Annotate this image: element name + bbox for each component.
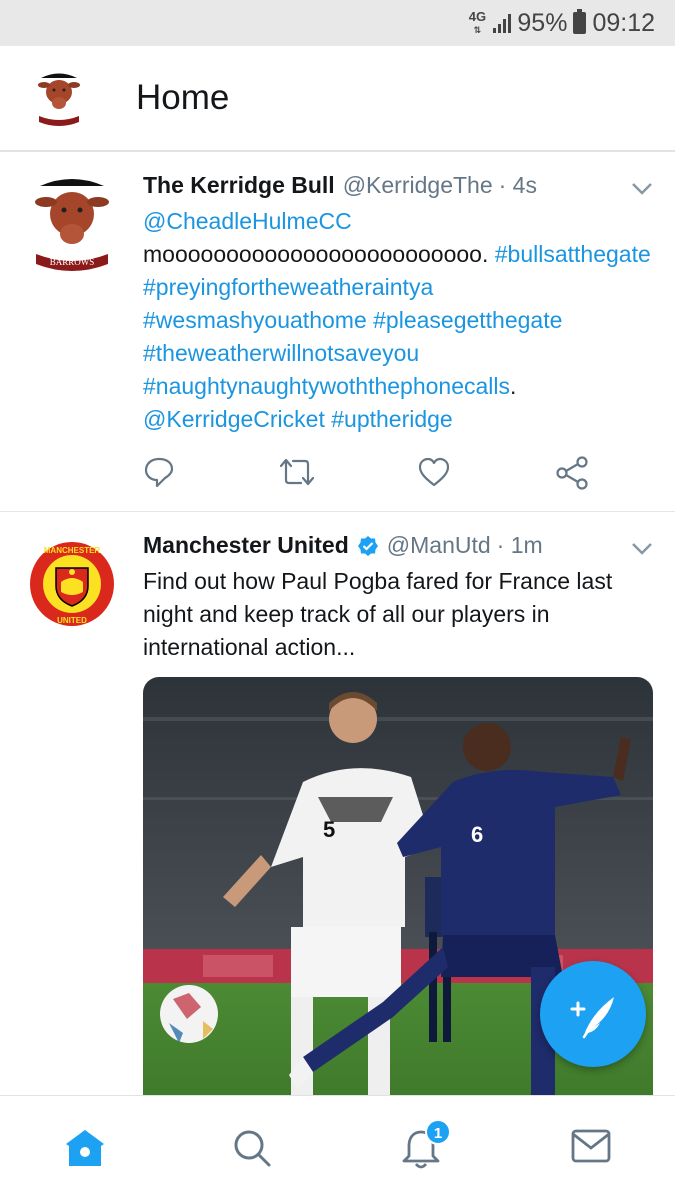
crest-text-top: MANCHESTER — [44, 546, 101, 555]
tweet-avatar[interactable]: BARROWS — [30, 174, 114, 274]
clock: 09:12 — [592, 8, 655, 37]
app-header: Home — [0, 46, 675, 152]
bottom-navigation: 1 — [0, 1095, 675, 1200]
home-icon — [66, 1130, 104, 1166]
nav-home[interactable] — [0, 1096, 168, 1200]
tweet-link[interactable]: #naughtynaughtywoththephonecalls — [143, 373, 510, 399]
battery-icon — [573, 9, 587, 34]
tweet-actions — [143, 456, 603, 490]
share-icon[interactable] — [555, 456, 589, 490]
page-title: Home — [136, 78, 230, 117]
tweet-link[interactable]: @KerridgeCricket — [143, 406, 325, 432]
author-handle[interactable]: @KerridgeThe — [343, 172, 493, 199]
signal-icon — [493, 13, 512, 33]
tweet-link[interactable]: @CheadleHulmeCC — [143, 208, 352, 234]
tweet-text: Find out how Paul Pogba fared for France… — [143, 568, 613, 660]
tweet-link[interactable]: #theweatherwillnotsaveyou — [143, 340, 419, 366]
reply-icon[interactable] — [143, 456, 175, 488]
nav-messages[interactable] — [504, 1096, 672, 1200]
crest-text-bottom: UNITED — [57, 616, 87, 625]
tweet[interactable]: BARROWS The Kerridge Bull @KerridgeThe ·… — [0, 152, 675, 512]
tweet-link[interactable]: #bullsatthegate — [495, 241, 651, 267]
like-icon[interactable] — [417, 456, 451, 488]
author-handle[interactable]: @ManUtd — [387, 532, 491, 559]
tweet-link[interactable]: #uptheridge — [331, 406, 453, 432]
compose-tweet-icon — [570, 997, 614, 1039]
status-bar: 4G ⇅ 95% 09:12 — [0, 0, 675, 46]
tweet-time: · 1m — [496, 532, 543, 558]
chevron-down-icon[interactable] — [631, 182, 653, 196]
svg-text:5: 5 — [323, 817, 335, 842]
verified-badge-icon — [357, 535, 378, 556]
tweet-header: Manchester United @ManUtd · 1m — [143, 532, 543, 559]
author-name[interactable]: Manchester United — [143, 532, 349, 559]
chevron-down-icon[interactable] — [631, 542, 653, 556]
profile-avatar-button[interactable] — [35, 70, 83, 130]
tweet-text-segment: mooooooooooooooooooooooooo. — [143, 241, 495, 267]
svg-text:6: 6 — [471, 822, 483, 847]
tweet-avatar[interactable]: MANCHESTER UNITED — [28, 540, 116, 630]
nav-notifications[interactable]: 1 — [336, 1096, 504, 1200]
tweet-header: The Kerridge Bull @KerridgeThe · 4s — [143, 172, 537, 199]
tweet-link[interactable]: #preyingfortheweatheraintya — [143, 274, 433, 300]
tweet-text-segment: . — [510, 373, 517, 399]
tweet-text: @CheadleHulmeCC mooooooooooooooooooooooo… — [143, 205, 653, 436]
messages-icon — [571, 1129, 611, 1163]
avatar-caption: BARROWS — [50, 257, 95, 267]
nav-search[interactable] — [168, 1096, 336, 1200]
compose-tweet-button[interactable] — [540, 961, 646, 1067]
tweet-link[interactable]: #pleasegetthegate — [373, 307, 562, 333]
tweet-time: · 4s — [498, 172, 537, 198]
author-name[interactable]: The Kerridge Bull — [143, 172, 335, 199]
notification-badge: 1 — [425, 1119, 451, 1145]
search-icon — [234, 1130, 271, 1167]
tweet-link[interactable]: #wesmashyouathome — [143, 307, 367, 333]
network-type: 4G ⇅ — [468, 8, 487, 35]
status-bar-right: 4G ⇅ 95% 09:12 — [467, 8, 655, 38]
retweet-icon[interactable] — [279, 456, 315, 488]
battery-percent: 95% — [517, 8, 568, 37]
